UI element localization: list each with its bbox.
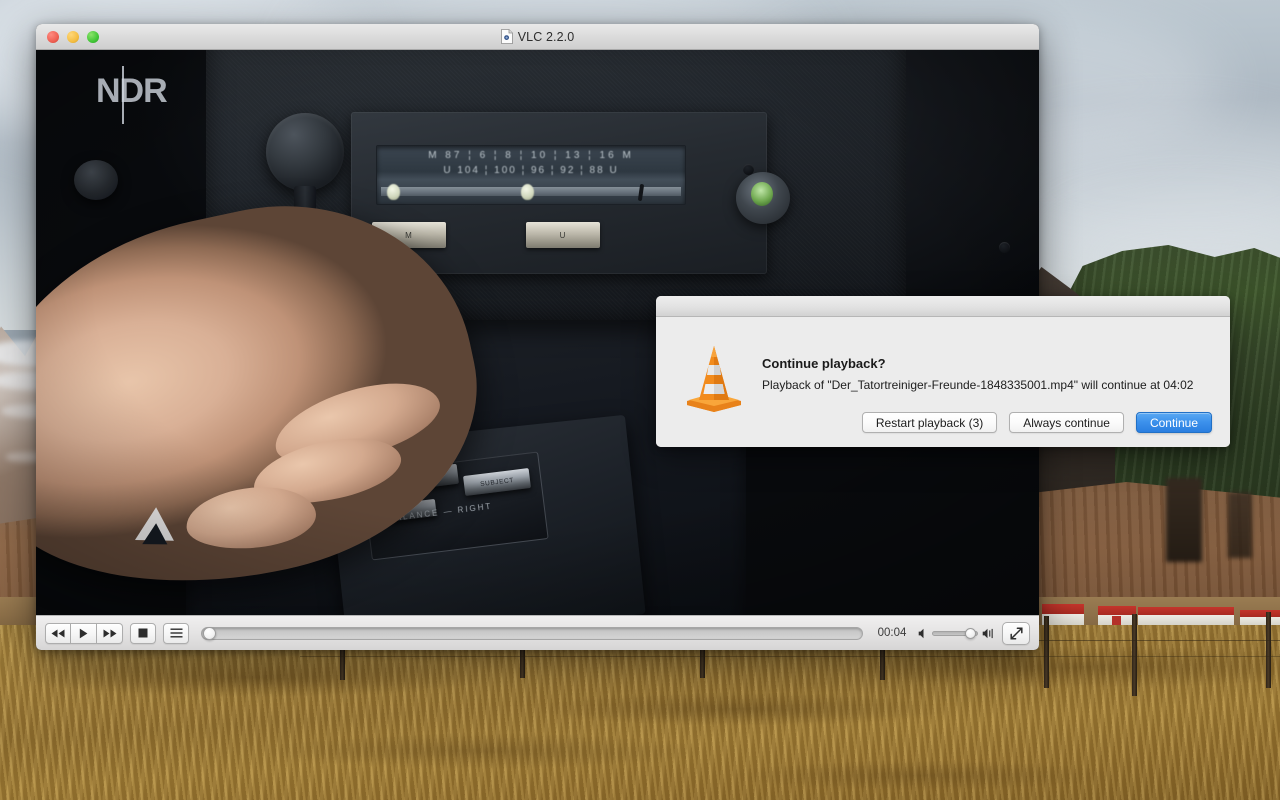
ravine (1228, 492, 1252, 558)
rewind-icon (51, 629, 65, 638)
volume-slider[interactable] (932, 631, 978, 636)
farm-building (1138, 607, 1234, 626)
close-button[interactable] (47, 31, 59, 43)
fence-post (1266, 612, 1271, 688)
fast-forward-icon (103, 629, 117, 638)
window-titlebar[interactable]: VLC 2.2.0 (36, 24, 1039, 50)
vlc-cone-icon (683, 343, 745, 413)
dialog-button-row[interactable]: Restart playback (3) Always continue Con… (656, 412, 1212, 433)
transport-button-group[interactable] (45, 623, 123, 644)
building-roof (1042, 604, 1084, 614)
building-roof (1098, 606, 1136, 615)
document-icon (501, 29, 513, 44)
continue-playback-dialog[interactable]: Continue playback? Playback of "Der_Tato… (656, 296, 1230, 447)
dialog-titlebar[interactable] (656, 296, 1230, 317)
ndr-logo-bar (122, 66, 124, 124)
volume-control[interactable] (918, 628, 995, 639)
hamburger-icon (170, 628, 183, 638)
zoom-button[interactable] (87, 31, 99, 43)
window-title: VLC 2.2.0 (518, 30, 575, 44)
play-button[interactable] (71, 623, 97, 644)
stop-button[interactable] (130, 623, 156, 644)
ndr-watermark: NDR (96, 72, 174, 120)
building-roof (1138, 607, 1234, 615)
ravine (1166, 478, 1202, 562)
titlebar-center: VLC 2.2.0 (36, 24, 1039, 49)
play-icon (79, 628, 88, 639)
farm-building (1098, 606, 1136, 626)
stop-icon (138, 628, 148, 638)
dialog-message: Playback of "Der_Tatortreiniger-Freunde-… (762, 378, 1193, 392)
seek-slider[interactable] (201, 627, 863, 640)
fence-post (1132, 614, 1137, 696)
restart-playback-button[interactable]: Restart playback (3) (862, 412, 997, 433)
window-controls[interactable] (47, 31, 99, 43)
ndr-logo-text: NDR (96, 72, 167, 111)
playlist-button[interactable] (163, 623, 189, 644)
speaker-low-icon[interactable] (918, 628, 928, 639)
fullscreen-button[interactable] (1002, 622, 1030, 645)
fence-post (1044, 616, 1049, 688)
volume-slider-knob[interactable] (965, 628, 976, 639)
building-roof (1240, 610, 1280, 617)
grass-field (0, 625, 1280, 800)
previous-button[interactable] (45, 623, 71, 644)
elapsed-time-label[interactable]: 00:04 (875, 627, 909, 639)
seek-slider-knob[interactable] (203, 627, 216, 640)
farm-building (1240, 610, 1280, 626)
continue-button[interactable]: Continue (1136, 412, 1212, 433)
minimize-button[interactable] (67, 31, 79, 43)
dialog-heading: Continue playback? (762, 356, 886, 371)
fullscreen-icon (1010, 627, 1023, 640)
playback-toolbar[interactable]: 00:04 (36, 615, 1039, 650)
fence-wire (300, 656, 1280, 657)
next-button[interactable] (97, 623, 123, 644)
always-continue-button[interactable]: Always continue (1009, 412, 1124, 433)
dialog-body: Continue playback? Playback of "Der_Tato… (656, 317, 1230, 447)
speaker-high-icon[interactable] (982, 628, 995, 639)
